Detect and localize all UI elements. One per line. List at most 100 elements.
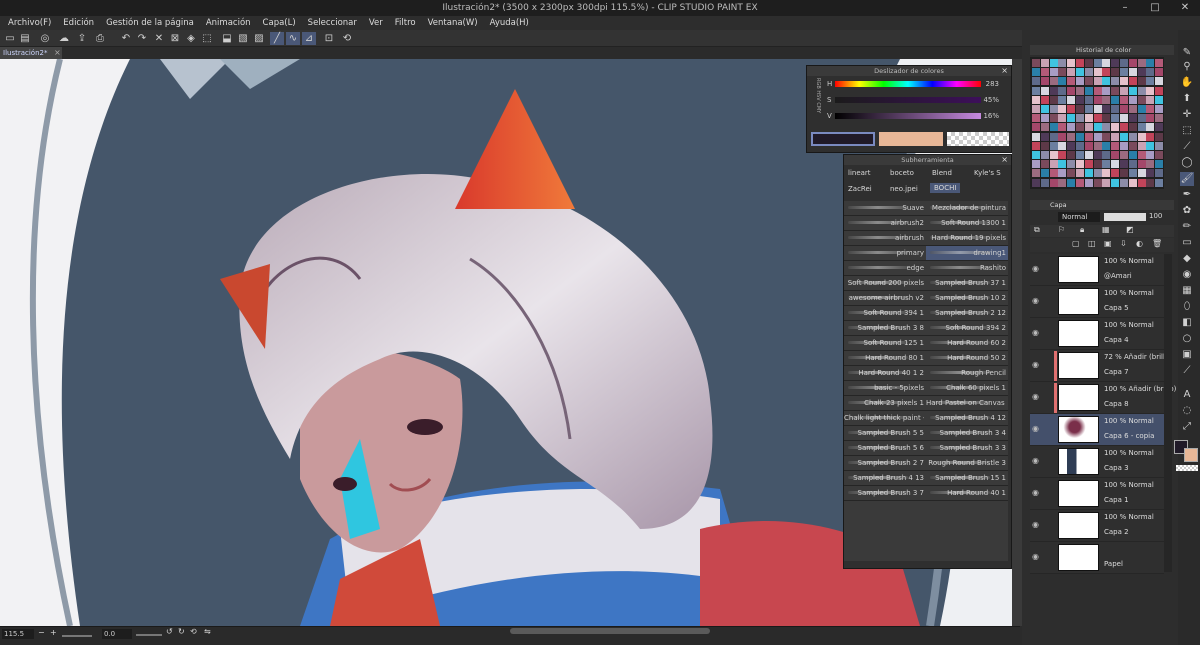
color-set-grid[interactable] [1030,57,1164,189]
color-swatch[interactable] [1040,68,1049,77]
set-kyles[interactable]: Kyle's S [974,169,1001,177]
color-swatch[interactable] [1040,151,1049,159]
layer-row[interactable]: ◉ 100 % Normal @Amari [1030,254,1164,286]
color-swatch[interactable] [1040,178,1049,187]
set-bochi[interactable]: BOCHI [930,183,961,193]
color-swatch[interactable] [1155,86,1164,95]
brush-item[interactable]: Soft Round 394 1 [844,306,926,321]
brush-item[interactable]: Rough Pencil [926,366,1008,381]
color-swatch[interactable] [1102,86,1111,95]
deselect-icon[interactable]: ⬓ [220,32,234,45]
tab-rgb[interactable]: RGB [815,78,821,89]
color-swatch[interactable] [1058,160,1067,169]
blend-mode-select[interactable]: Normal [1058,212,1100,222]
color-swatch[interactable] [1093,86,1102,95]
color-swatch[interactable] [1120,59,1128,67]
color-swatch[interactable] [1120,169,1128,178]
color-swatch[interactable] [1137,160,1146,169]
color-swatch[interactable] [1137,77,1146,86]
layer-row[interactable]: ◉ 100 % Añadir (brillo) Capa 8 [1030,382,1176,414]
color-swatch[interactable] [1128,114,1137,123]
color-swatch[interactable] [1146,132,1155,141]
zoom-tool-icon[interactable]: ⚲ [1180,60,1194,74]
color-swatch[interactable] [1049,132,1058,141]
new-folder-icon[interactable]: ▣ [1104,239,1112,248]
value-slider[interactable] [835,113,981,119]
brush-item[interactable]: Hard Pastel on Canvas 1 [926,396,1008,411]
snap-special-ruler-icon[interactable]: ∿ [286,32,300,45]
canvas[interactable]: Deslizador de colores × RGB HSV CMY H 28… [0,59,1012,626]
color-swatch[interactable] [1032,77,1040,86]
brush-item[interactable]: Sampled Brush 5 5 [844,426,926,441]
color-swatch[interactable] [1155,160,1164,169]
saturation-slider[interactable] [835,97,981,103]
color-swatch[interactable] [1120,151,1128,159]
color-swatch[interactable] [1049,86,1058,95]
color-swatch[interactable] [1032,123,1040,132]
brush-item[interactable]: Sampled Brush 5 6 [844,441,926,456]
color-swatch[interactable] [1067,123,1076,132]
color-swatch[interactable] [1049,169,1058,178]
color-swatch[interactable] [1155,132,1164,141]
color-swatch[interactable] [1146,86,1155,95]
brush-item[interactable]: Chalk 60 pixels 1 [926,381,1008,396]
color-swatch[interactable] [1111,95,1120,104]
new-icon[interactable]: ▭ [3,32,17,45]
move-tool-icon[interactable]: ⬆ [1180,92,1194,106]
menu-archivo[interactable]: Archivo(F) [8,16,51,30]
layer-tab-label[interactable]: Capa [1050,201,1067,209]
lock-transparent-icon[interactable]: ▦ [1102,225,1110,234]
color-swatch[interactable] [1120,160,1128,169]
decoration-tool-icon[interactable]: ✿ [1180,204,1194,218]
document-tab[interactable]: Ilustración2* [0,47,62,59]
color-swatch[interactable] [1102,123,1111,132]
color-swatch[interactable] [1032,105,1040,113]
color-swatch[interactable] [1040,123,1049,132]
color-swatch[interactable] [1032,132,1040,141]
color-swatch[interactable] [1137,95,1146,104]
color-swatch[interactable] [1155,141,1164,150]
color-swatch[interactable] [1137,141,1146,150]
color-swatch[interactable] [1137,105,1146,113]
color-swatch[interactable] [1120,86,1128,95]
open-icon[interactable]: ▤ [18,32,32,45]
color-swatch[interactable] [1111,114,1120,123]
color-swatch[interactable] [1111,123,1120,132]
menu-seleccionar[interactable]: Seleccionar [308,16,357,30]
correct-line-tool-icon[interactable]: ⤢ [1180,420,1194,434]
color-swatch[interactable] [1040,160,1049,169]
color-swatch[interactable] [1120,123,1128,132]
color-swatch[interactable] [1049,95,1058,104]
layer-row[interactable]: ◉ 100 % Normal Capa 3 [1030,446,1164,478]
color-swatch[interactable] [1049,160,1058,169]
color-swatch[interactable] [1120,114,1128,123]
clear-icon[interactable]: ✕ [152,32,166,45]
set-blend[interactable]: Blend [932,169,952,177]
color-swatch[interactable] [1128,86,1137,95]
color-swatch[interactable] [1120,105,1128,113]
add-mask-icon[interactable]: ◐ [1136,239,1143,248]
color-swatch[interactable] [1111,59,1120,67]
menu-capa[interactable]: Capa(L) [263,16,296,30]
color-swatch[interactable] [1146,151,1155,159]
brush-item[interactable]: Chalk light thick paint - horizontal [844,411,926,426]
color-swatch[interactable] [1084,105,1093,113]
color-swatch[interactable] [1067,114,1076,123]
color-swatch[interactable] [1128,132,1137,141]
color-swatch[interactable] [1120,68,1128,77]
brush-item[interactable]: Sampled Brush 15 1 [926,471,1008,486]
reset-rotation-icon[interactable]: ⟲ [190,627,197,636]
color-swatch[interactable] [1137,59,1146,67]
color-swatch[interactable] [1076,169,1084,178]
lasso-tool-icon[interactable]: ◯ [1180,156,1194,170]
sub-tool-header[interactable]: Subherramienta × [844,155,1011,165]
color-swatch[interactable] [1067,141,1076,150]
color-swatch[interactable] [1058,132,1067,141]
operation-tool-icon[interactable]: ✛ [1180,108,1194,122]
color-swatch[interactable] [1102,114,1111,123]
color-swatch[interactable] [1084,141,1093,150]
blend-tool-icon[interactable]: ◆ [1180,252,1194,266]
color-swatch[interactable] [1067,105,1076,113]
color-swatch[interactable] [1137,114,1146,123]
color-swatch[interactable] [1128,95,1137,104]
